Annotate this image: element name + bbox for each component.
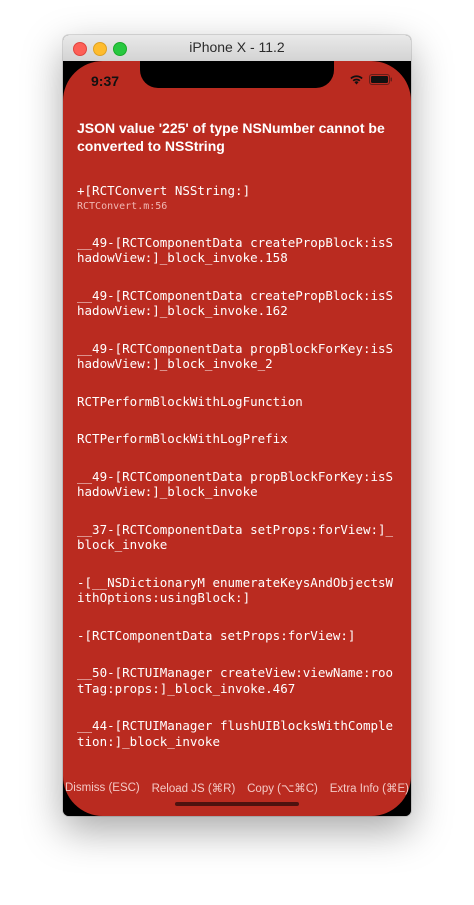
- stack-frame[interactable]: -[RCTComponentData setProps:forView:]: [77, 628, 397, 644]
- stack-frame-method: RCTPerformBlockWithLogFunction: [77, 393, 303, 409]
- stack-frame-method: __37-[RCTComponentData setProps:forView:…: [77, 521, 394, 553]
- stack-frame[interactable]: __49-[RCTComponentData createPropBlock:i…: [77, 288, 397, 319]
- stack-frame[interactable]: __49-[RCTComponentData propBlockForKey:i…: [77, 469, 397, 500]
- simulator-window: iPhone X - 11.2 9:37 JSON value '225' of…: [63, 35, 411, 816]
- stack-frame[interactable]: RCTPerformBlockWithLogPrefix: [77, 431, 397, 447]
- redbox-button-bar: Dismiss (ESC) Reload JS (⌘R) Copy (⌥⌘C) …: [63, 776, 411, 800]
- copy-button[interactable]: Copy (⌥⌘C): [247, 781, 318, 795]
- stack-frame-method: +[RCTConvert NSString:]: [77, 183, 251, 198]
- error-content[interactable]: JSON value '225' of type NSNumber cannot…: [77, 119, 397, 759]
- stack-frame-method: __50-[RCTUIManager createView:viewName:r…: [77, 665, 394, 696]
- stack-frame[interactable]: +[RCTConvert NSString:] RCTConvert.m:56: [77, 183, 397, 213]
- device-frame: 9:37 JSON value '225' of type NSNumber c…: [63, 61, 411, 816]
- stack-frame[interactable]: __50-[RCTUIManager createView:viewName:r…: [77, 665, 397, 696]
- stack-frame-method: __49-[RCTComponentData propBlockForKey:i…: [77, 468, 394, 500]
- status-time: 9:37: [91, 73, 120, 89]
- window-titlebar[interactable]: iPhone X - 11.2: [63, 35, 411, 62]
- reload-js-button[interactable]: Reload JS (⌘R): [152, 781, 236, 795]
- wifi-icon: [349, 74, 364, 85]
- stack-frame-method: __44-[RCTUIManager flushUIBlocksWithComp…: [77, 718, 394, 749]
- stack-frame[interactable]: -[__NSDictionaryM enumerateKeysAndObject…: [77, 575, 397, 606]
- stack-frame-file: RCTConvert.m:56: [77, 200, 168, 212]
- stack-frame[interactable]: __49-[RCTComponentData createPropBlock:i…: [77, 235, 397, 266]
- stack-frame-method: __49-[RCTComponentData createPropBlock:i…: [77, 234, 394, 266]
- dismiss-button[interactable]: Dismiss (ESC): [65, 782, 140, 794]
- extra-info-button[interactable]: Extra Info (⌘E): [330, 781, 409, 795]
- battery-icon: [369, 74, 393, 85]
- window-title: iPhone X - 11.2: [189, 39, 285, 55]
- stack-trace: +[RCTConvert NSString:] RCTConvert.m:56 __…: [77, 183, 397, 759]
- stack-frame[interactable]: RCTPerformBlockWithLogFunction: [77, 394, 397, 410]
- stack-frame[interactable]: __49-[RCTComponentData propBlockForKey:i…: [77, 341, 397, 372]
- error-message: JSON value '225' of type NSNumber cannot…: [77, 120, 385, 154]
- redbox-error-screen: 9:37 JSON value '225' of type NSNumber c…: [63, 61, 411, 816]
- home-indicator: [175, 802, 299, 806]
- status-icons: [349, 74, 393, 85]
- stack-frame[interactable]: __44-[RCTUIManager flushUIBlocksWithComp…: [77, 718, 397, 749]
- device-notch: [140, 61, 334, 88]
- stack-frame-method: -[__NSDictionaryM enumerateKeysAndObject…: [77, 574, 394, 606]
- stack-frame-method: -[RCTComponentData setProps:forView:]: [77, 627, 356, 643]
- stack-frame-method: RCTPerformBlockWithLogPrefix: [77, 431, 288, 446]
- stack-frame-method: __49-[RCTComponentData createPropBlock:i…: [77, 287, 394, 319]
- stack-frame[interactable]: __37-[RCTComponentData setProps:forView:…: [77, 522, 397, 553]
- stack-frame-method: __49-[RCTComponentData propBlockForKey:i…: [77, 340, 394, 372]
